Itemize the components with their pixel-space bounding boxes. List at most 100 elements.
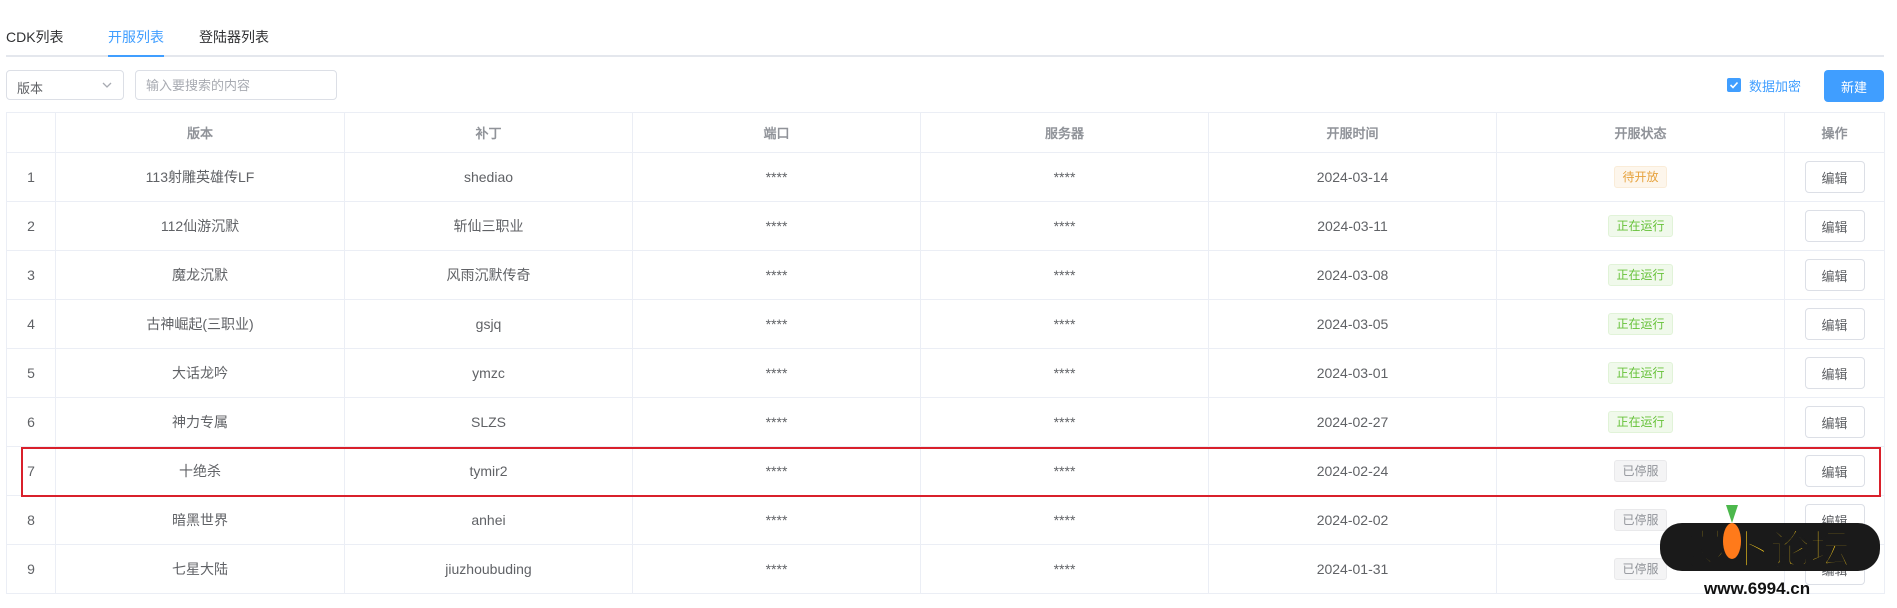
status-badge: 正在运行 (1608, 313, 1673, 335)
status-cell: 正在运行 (1496, 348, 1785, 398)
edit-button[interactable]: 编辑 (1804, 259, 1865, 291)
edit-button[interactable]: 编辑 (1804, 357, 1865, 389)
status-cell: 已停服 (1496, 446, 1785, 496)
edit-button[interactable]: 编辑 (1804, 406, 1865, 438)
patch-cell: 斩仙三职业 (344, 201, 633, 251)
open-date-cell: 2024-03-11 (1208, 201, 1497, 251)
column-header-index (6, 112, 56, 153)
row-index: 1 (6, 152, 56, 202)
version-cell: 大话龙吟 (55, 348, 345, 398)
version-cell: 魔龙沉默 (55, 250, 345, 300)
actions-cell: 编辑 (1784, 446, 1885, 496)
tab-launcher-list[interactable]: 登陆器列表 (199, 27, 269, 47)
patch-cell: gsjq (344, 299, 633, 349)
table-row: 7 十绝杀 tymir2 **** **** 2024-02-24 已停服 编辑 (6, 446, 1885, 496)
port-cell: **** (632, 299, 921, 349)
table-row: 4 古神崛起(三职业) gsjq **** **** 2024-03-05 正在运行 编辑 (6, 299, 1885, 349)
actions-cell: 编辑 (1784, 152, 1885, 202)
server-cell: **** (920, 495, 1209, 545)
row-index: 3 (6, 250, 56, 300)
encrypt-label: 数据加密 (1749, 79, 1802, 94)
check-icon (1729, 81, 1739, 89)
patch-cell: ymzc (344, 348, 633, 398)
row-index: 6 (6, 397, 56, 447)
status-cell: 正在运行 (1496, 250, 1785, 300)
table-row: 5 大话龙吟 ymzc **** **** 2024-03-01 正在运行 编辑 (6, 348, 1885, 398)
table-row: 9七星大陆jiuzhoubuding********2024-01-31已停服编… (6, 544, 1885, 594)
version-cell: 112仙游沉默 (55, 201, 345, 251)
port-cell: **** (632, 152, 921, 202)
luobo-forum-logo: 萝卜论坛 (1660, 505, 1880, 574)
patch-cell: shediao (344, 152, 633, 202)
open-date-cell: 2024-02-24 (1208, 446, 1497, 496)
new-button[interactable]: 新建 (1824, 70, 1884, 102)
tab-bar: CDK列表 开服列表 登陆器列表 (6, 0, 1884, 57)
version-cell: 古神崛起(三职业) (55, 299, 345, 349)
server-cell: **** (920, 152, 1209, 202)
open-date-cell: 2024-03-01 (1208, 348, 1497, 398)
patch-cell: tymir2 (344, 446, 633, 496)
status-badge: 正在运行 (1608, 362, 1673, 384)
status-badge: 待开放 (1614, 166, 1667, 188)
column-header-server: 服务器 (920, 112, 1209, 153)
open-date-cell: 2024-03-08 (1208, 250, 1497, 300)
actions-cell: 编辑 (1784, 250, 1885, 300)
table-row: 6 神力专属 SLZS **** **** 2024-02-27 正在运行 编辑 (6, 397, 1885, 447)
patch-cell: 风雨沉默传奇 (344, 250, 633, 300)
table-body: 1 113射雕英雄传LF shediao **** **** 2024-03-14 待开放编… (6, 152, 1885, 594)
filter-select[interactable]: 版本 (6, 70, 124, 100)
status-badge: 正在运行 (1608, 411, 1673, 433)
edit-button[interactable]: 编辑 (1804, 210, 1865, 242)
table-row: 3 魔龙沉默 风雨沉默传奇 **** **** 2024-03-08 正在运行 编辑 (6, 250, 1885, 300)
patch-cell: jiuzhoubuding (344, 544, 633, 594)
open-date-cell: 2024-03-14 (1208, 152, 1497, 202)
patch-cell: SLZS (344, 397, 633, 447)
search-input[interactable] (135, 70, 337, 100)
open-date-cell: 2024-01-31 (1208, 544, 1497, 594)
port-cell: **** (632, 446, 921, 496)
server-cell: **** (920, 201, 1209, 251)
edit-button[interactable]: 编辑 (1804, 455, 1865, 487)
column-header-patch: 补丁 (344, 112, 633, 153)
edit-button[interactable]: 编辑 (1804, 308, 1865, 340)
tab-server-list[interactable]: 开服列表 (108, 27, 164, 47)
patch-cell: anhei (344, 495, 633, 545)
server-cell: **** (920, 299, 1209, 349)
open-date-cell: 2024-02-02 (1208, 495, 1497, 545)
encrypt-checkbox[interactable] (1727, 78, 1741, 92)
port-cell: **** (632, 250, 921, 300)
table-row: 2 112仙游沉默 斩仙三职业 **** **** 2024-03-11 正在运行 编辑 (6, 201, 1885, 251)
port-cell: **** (632, 201, 921, 251)
server-cell: **** (920, 250, 1209, 300)
column-header-actions: 操作 (1784, 112, 1885, 153)
version-cell: 十绝杀 (55, 446, 345, 496)
status-badge: 正在运行 (1608, 215, 1673, 237)
row-index: 4 (6, 299, 56, 349)
version-cell: 七星大陆 (55, 544, 345, 594)
server-cell: **** (920, 348, 1209, 398)
port-cell: **** (632, 397, 921, 447)
table-header-row: 版本 补丁 端口 服务器 开服时间 开服状态 操作 (6, 112, 1885, 153)
server-cell: **** (920, 544, 1209, 594)
status-cell: 正在运行 (1496, 299, 1785, 349)
server-cell: **** (920, 446, 1209, 496)
table-row: 8 暗黑世界 anhei **** **** 2024-02-02 已停服 编辑 (6, 495, 1885, 545)
edit-button[interactable]: 编辑 (1804, 161, 1865, 193)
status-cell: 正在运行 (1496, 201, 1785, 251)
server-cell: **** (920, 397, 1209, 447)
actions-cell: 编辑 (1784, 299, 1885, 349)
tab-cdk-list[interactable]: CDK列表 (6, 27, 64, 47)
table-row: 1 113射雕英雄传LF shediao **** **** 2024-03-14 待开放编… (6, 152, 1885, 202)
row-index: 9 (6, 544, 56, 594)
status-badge: 正在运行 (1608, 264, 1673, 286)
actions-cell: 编辑 (1784, 397, 1885, 447)
status-cell: 正在运行 (1496, 397, 1785, 447)
row-index: 5 (6, 348, 56, 398)
open-date-cell: 2024-03-05 (1208, 299, 1497, 349)
port-cell: **** (632, 544, 921, 594)
port-cell: **** (632, 495, 921, 545)
version-cell: 113射雕英雄传LF (55, 152, 345, 202)
port-cell: **** (632, 348, 921, 398)
status-cell: 待开放 (1496, 152, 1785, 202)
server-table: 版本 补丁 端口 服务器 开服时间 开服状态 操作 1 113射雕英雄传LF she… (6, 112, 1885, 594)
